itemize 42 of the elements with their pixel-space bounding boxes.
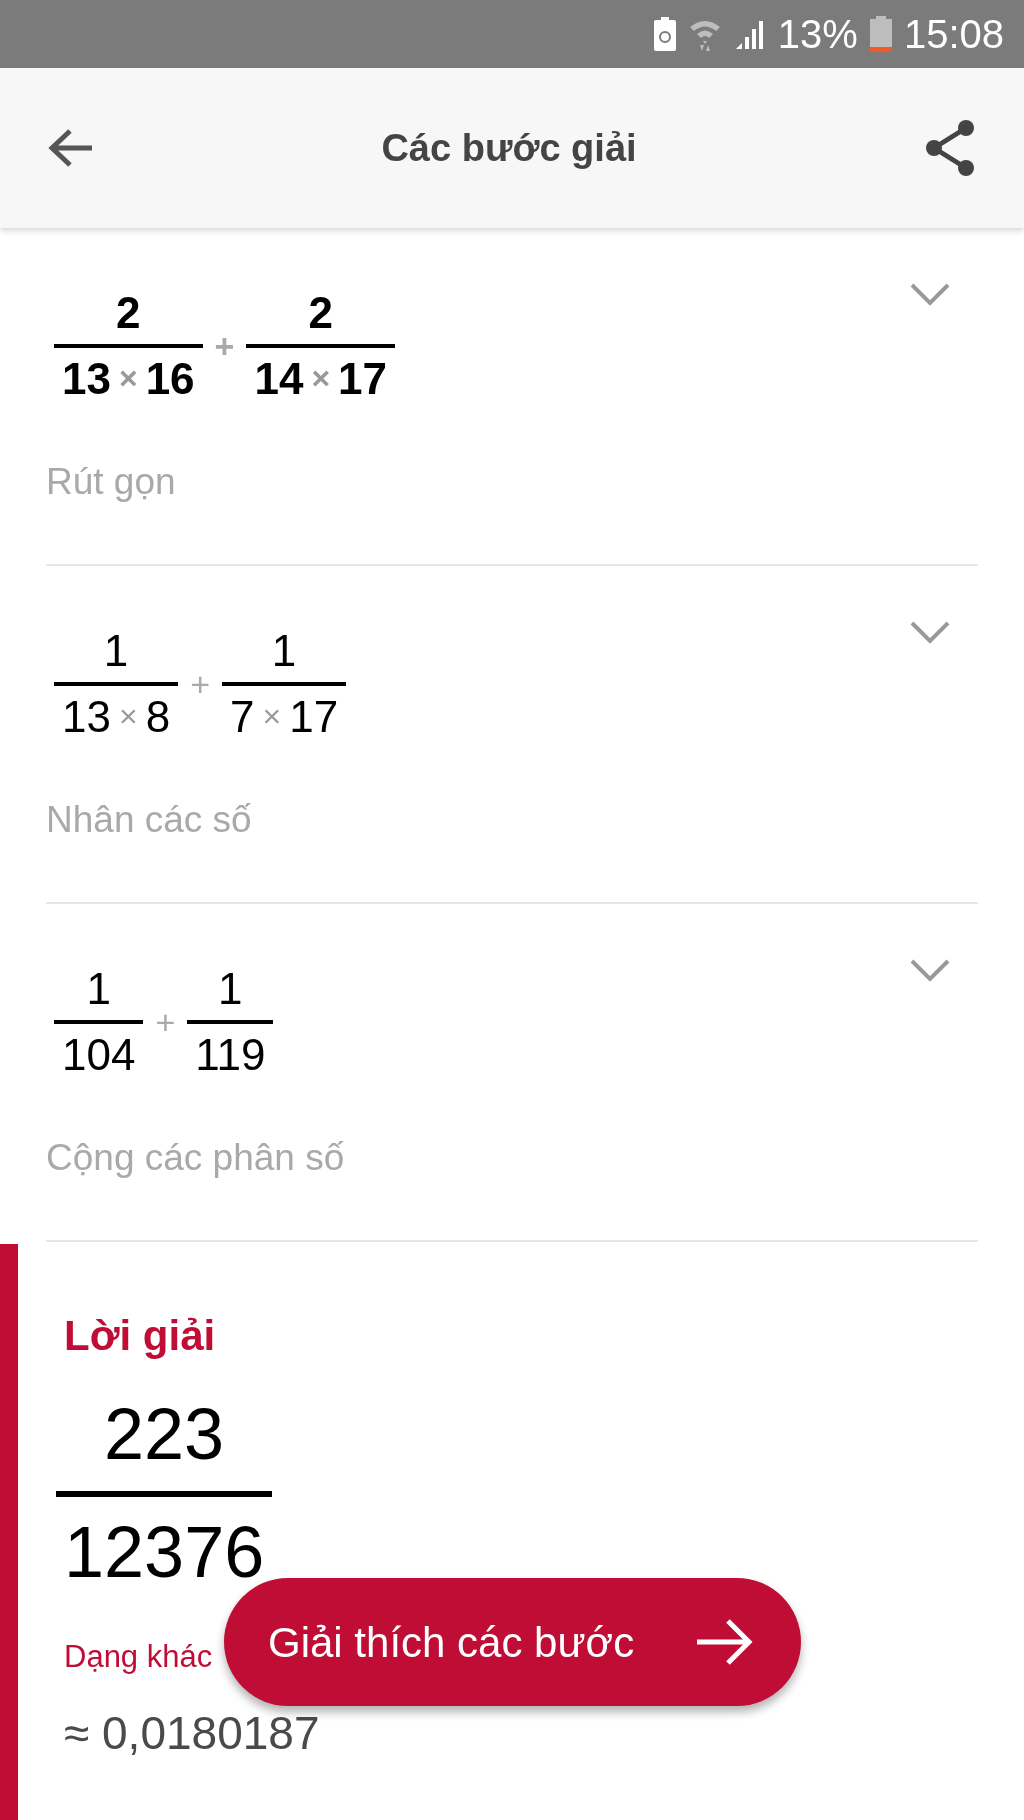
battery-saver-icon — [653, 17, 676, 51]
numerator: 1 — [102, 628, 130, 675]
expand-chevron-icon[interactable] — [910, 621, 950, 645]
numerator: 2 — [115, 290, 142, 337]
solution-heading: Lời giải — [64, 1311, 216, 1361]
denominator-number: 13 — [62, 356, 111, 403]
denominator-number: 13 — [62, 694, 111, 741]
denominator-number: 17 — [289, 694, 339, 741]
denominator-number: 104 — [62, 1032, 136, 1079]
numerator: 223 — [103, 1397, 226, 1473]
plus-sign: + — [190, 663, 210, 705]
step-label: Rút gọn — [46, 460, 176, 505]
denominator-number: 16 — [145, 356, 195, 403]
multiply-sign: × — [262, 700, 282, 735]
denominator-number: 17 — [338, 356, 388, 403]
plus-sign: + — [155, 1001, 176, 1043]
numerator: 1 — [85, 966, 112, 1013]
numerator: 1 — [217, 966, 244, 1013]
step-label: Nhân các số — [46, 798, 252, 843]
explain-steps-button[interactable]: Giải thích các bước — [224, 1578, 801, 1706]
multiply-sign: × — [118, 700, 138, 735]
share-icon[interactable] — [924, 119, 976, 177]
denominator-number: 14 — [254, 356, 304, 403]
denominator-number: 7 — [230, 694, 255, 741]
step-label: Cộng các phân số — [46, 1136, 345, 1181]
clock-time: 15:08 — [903, 11, 1004, 58]
numerator: 2 — [307, 290, 334, 337]
arrow-right-icon — [695, 1618, 753, 1666]
plus-sign: + — [214, 325, 235, 367]
page-title: Các bước giải — [381, 125, 637, 171]
expand-chevron-icon[interactable] — [910, 283, 950, 307]
multiply-sign: × — [118, 362, 138, 397]
battery-percent: 13% — [777, 11, 858, 58]
denominator-number: 119 — [195, 1032, 266, 1079]
multiply-sign: × — [311, 362, 331, 397]
decimal-value: ≈ 0,0180187 — [64, 1705, 320, 1761]
numerator: 1 — [270, 628, 298, 675]
alternate-form-label: Dạng khác — [64, 1638, 213, 1677]
back-arrow-icon[interactable] — [48, 128, 94, 168]
expand-chevron-icon[interactable] — [910, 959, 950, 983]
battery-icon — [869, 16, 892, 52]
denominator-number: 8 — [145, 694, 171, 741]
